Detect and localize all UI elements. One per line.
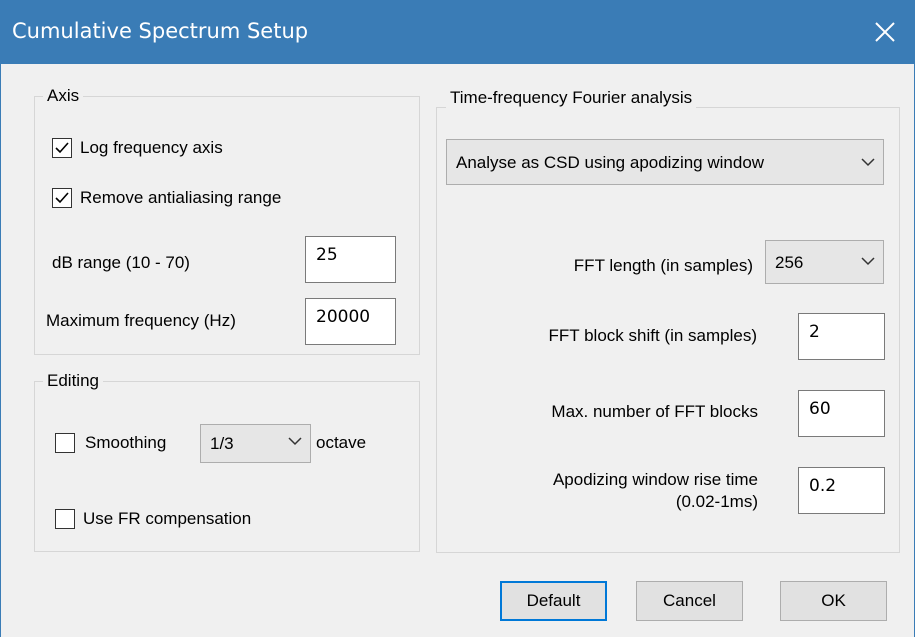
title-bar: Cumulative Spectrum Setup (0, 0, 915, 64)
max-blocks-input[interactable]: 60 (798, 390, 885, 437)
db-range-label: dB range (10 - 70) (52, 253, 190, 272)
rise-time-label: Apodizing window rise time (0.02-1ms) (553, 469, 758, 513)
rise-time-label-line2: (0.02-1ms) (675, 492, 758, 511)
smoothing-value: 1/3 (210, 434, 234, 453)
remove-antialiasing-label[interactable]: Remove antialiasing range (80, 188, 281, 208)
cancel-button[interactable]: Cancel (636, 581, 743, 621)
fr-compensation-label[interactable]: Use FR compensation (83, 509, 251, 529)
chevron-down-icon (288, 437, 302, 446)
analysis-method-select[interactable]: Analyse as CSD using apodizing window (446, 139, 884, 185)
fr-compensation-checkbox[interactable] (55, 509, 75, 529)
default-button[interactable]: Default (500, 581, 607, 621)
log-frequency-checkbox[interactable] (52, 138, 72, 158)
max-blocks-label: Max. number of FFT blocks (551, 402, 758, 421)
editing-group-legend: Editing (43, 371, 103, 391)
max-frequency-label: Maximum frequency (Hz) (46, 311, 236, 330)
fft-length-value: 256 (775, 253, 804, 272)
block-shift-input[interactable]: 2 (798, 313, 885, 360)
chevron-down-icon (861, 257, 875, 266)
smoothing-checkbox[interactable] (55, 433, 75, 453)
window-title: Cumulative Spectrum Setup (12, 19, 309, 43)
db-range-input[interactable]: 25 (305, 236, 396, 283)
close-icon[interactable] (855, 0, 915, 64)
tf-group-legend: Time-frequency Fourier analysis (446, 88, 697, 108)
checkmark-icon (55, 142, 69, 154)
rise-time-label-line1: Apodizing window rise time (552, 470, 758, 489)
smoothing-select[interactable]: 1/3 (200, 424, 311, 463)
remove-antialiasing-checkbox[interactable] (52, 188, 72, 208)
analysis-method-value: Analyse as CSD using apodizing window (456, 153, 765, 172)
smoothing-label[interactable]: Smoothing (85, 433, 166, 453)
max-frequency-input[interactable]: 20000 (305, 298, 396, 345)
octave-label: octave (316, 433, 367, 452)
block-shift-label: FFT block shift (in samples) (548, 326, 757, 345)
ok-button[interactable]: OK (780, 581, 887, 621)
fft-length-label: FFT length (in samples) (573, 256, 753, 275)
log-frequency-label[interactable]: Log frequency axis (80, 138, 223, 158)
axis-group-legend: Axis (43, 86, 84, 106)
checkmark-icon (55, 192, 69, 204)
rise-time-input[interactable]: 0.2 (798, 467, 885, 514)
chevron-down-icon (861, 158, 875, 167)
fft-length-select[interactable]: 256 (765, 240, 884, 284)
